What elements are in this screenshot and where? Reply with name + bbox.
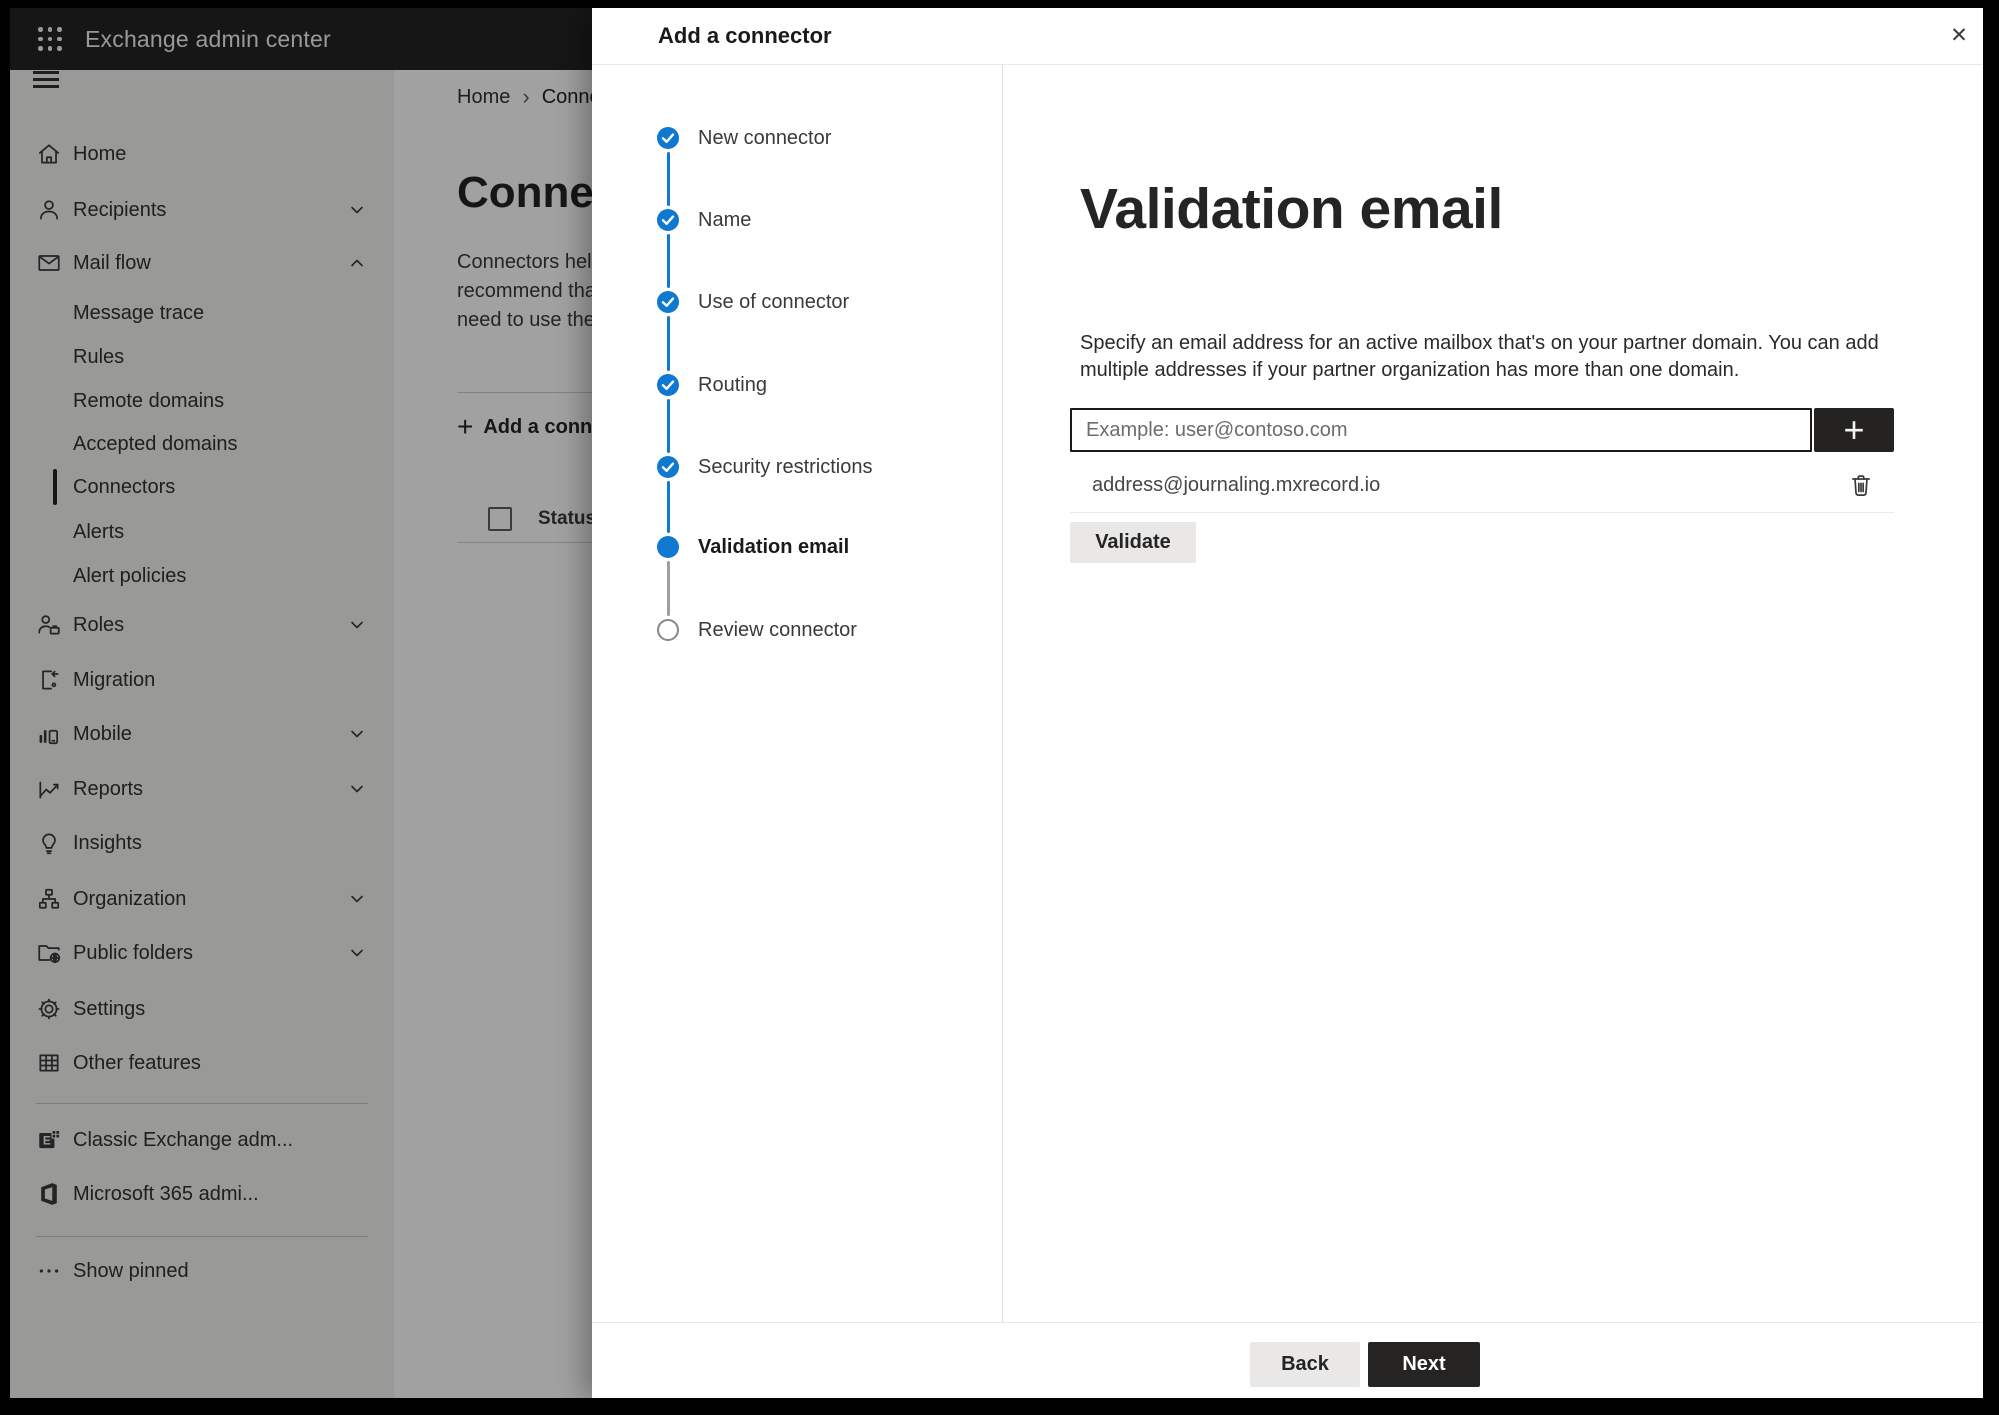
address-list-divider (1070, 512, 1894, 513)
step-review-connector[interactable]: Review connector (592, 608, 992, 652)
delete-address-button[interactable] (1848, 472, 1874, 498)
panel-header-divider (592, 64, 1983, 65)
step-label: Use of connector (698, 290, 850, 313)
step-completed-icon (657, 291, 679, 313)
step-label: Security restrictions (698, 455, 873, 478)
trash-icon (1852, 475, 1870, 496)
back-button[interactable]: Back (1250, 1342, 1360, 1387)
step-new-connector[interactable]: New connector (592, 116, 992, 160)
footer-divider (592, 1322, 1983, 1323)
app-window: Exchange admin center Home Recipients Ma… (10, 8, 1983, 1398)
content-description-line: Specify an email address for an active m… (1080, 332, 1879, 354)
address-list-item: address@journaling.mxrecord.io (1070, 463, 1894, 507)
step-label: Review connector (698, 618, 857, 641)
step-use-of-connector[interactable]: Use of connector (592, 280, 992, 324)
add-connector-panel: Add a connector ✕ New connector Name Use… (592, 8, 1983, 1398)
step-validation-email[interactable]: Validation email (592, 525, 992, 569)
content-heading: Validation email (1080, 177, 1503, 241)
step-completed-icon (657, 374, 679, 396)
step-completed-icon (657, 456, 679, 478)
step-current-icon (657, 536, 679, 558)
next-button[interactable]: Next (1368, 1342, 1480, 1387)
email-address-input[interactable] (1070, 408, 1812, 452)
step-label: Routing (698, 373, 767, 396)
step-security-restrictions[interactable]: Security restrictions (592, 445, 992, 489)
step-completed-icon (657, 209, 679, 231)
step-completed-icon (657, 127, 679, 149)
validate-button[interactable]: Validate (1070, 522, 1196, 563)
step-label: Validation email (698, 535, 850, 558)
step-routing[interactable]: Routing (592, 363, 992, 407)
content-description: Specify an email address for an active m… (1080, 330, 1879, 384)
step-upcoming-icon (657, 619, 679, 641)
step-label: Name (698, 208, 752, 231)
screenshot-stage: Exchange admin center Home Recipients Ma… (0, 0, 1999, 1415)
address-email: address@journaling.mxrecord.io (1092, 473, 1381, 496)
panel-title: Add a connector (658, 23, 832, 48)
step-label: New connector (698, 126, 832, 149)
steps-divider (1002, 65, 1003, 1322)
step-name[interactable]: Name (592, 198, 992, 242)
content-description-line: multiple addresses if your partner organ… (1080, 359, 1740, 381)
close-icon[interactable]: ✕ (1944, 20, 1974, 50)
add-address-button[interactable]: + (1814, 408, 1894, 452)
